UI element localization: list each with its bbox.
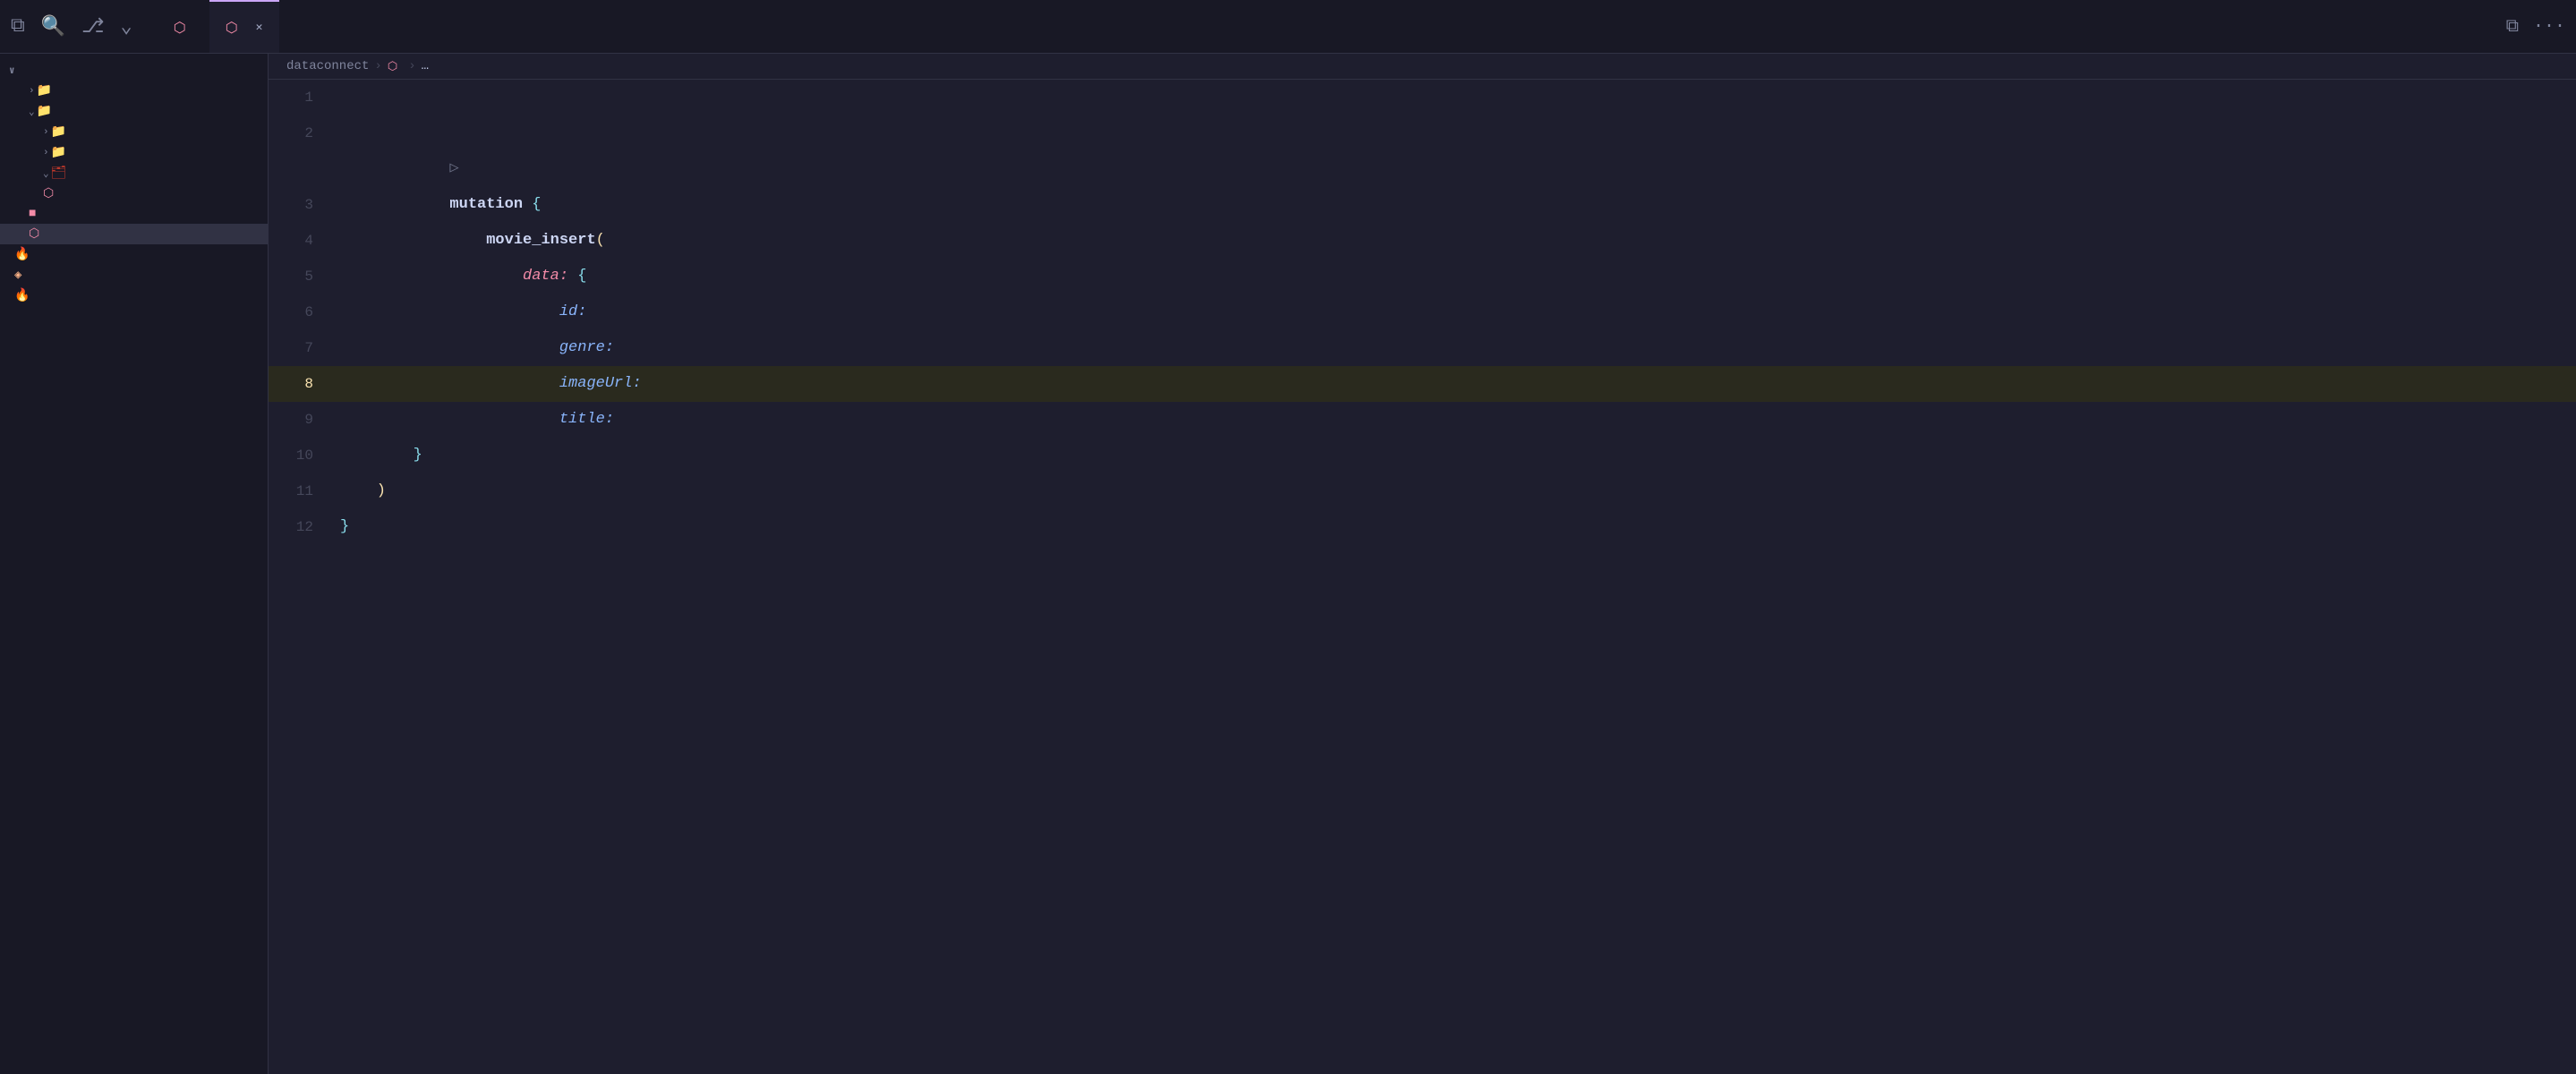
more-options-icon[interactable]: ··· <box>2533 16 2565 37</box>
line-num-9: 9 <box>269 402 331 438</box>
firebase-chevron: › <box>29 86 35 97</box>
sidebar-item-dataconnect-sub[interactable]: › 📁 <box>0 122 268 142</box>
dataconnect-sub-chevron: › <box>43 127 49 138</box>
line-num-8: 8 <box>269 366 331 402</box>
sidebar-item-dataconnect-yaml[interactable]: ■ <box>0 204 268 224</box>
editor-content: 1 2 ▷ 3 <box>269 80 2576 545</box>
breadcrumb-ellipsis: … <box>422 59 429 73</box>
line-num-7: 7 <box>269 330 331 366</box>
split-editor-icon[interactable]: ⧉ <box>2506 16 2519 38</box>
titlebar: ⧉ 🔍 ⎇ ⌄ ⬡ ⬡ ✕ ⧉ ··· <box>0 0 2576 54</box>
sidebar-item-dataconnect[interactable]: ⌄ 📁 <box>0 101 268 122</box>
schema-gql-icon: ⬡ <box>43 186 54 201</box>
tab-schema-gql[interactable]: ⬡ <box>158 0 209 53</box>
sidebar-item-firebase[interactable]: › 📁 <box>0 81 268 101</box>
main-area: ∨ › 📁 ⌄ 📁 › 📁 › 📁 <box>0 54 2576 1074</box>
editor-area[interactable]: 1 2 ▷ 3 <box>269 80 2576 1074</box>
git-icon[interactable]: ⎇ <box>81 15 104 38</box>
sidebar-item-schema-gql[interactable]: ⬡ <box>0 183 268 204</box>
sidebar-item-firebaserc[interactable]: 🔥 <box>0 244 268 265</box>
line-num-4: 4 <box>269 223 331 259</box>
sidebar-item-connector[interactable]: › 📁 <box>0 142 268 163</box>
yaml-icon: ■ <box>29 207 36 221</box>
titlebar-action-icons: ⧉ 🔍 ⎇ ⌄ <box>11 15 132 38</box>
line-10-text: } <box>331 438 2576 473</box>
firebaserc-icon: 🔥 <box>14 247 30 262</box>
search-icon[interactable]: 🔍 <box>41 15 65 38</box>
space-9 <box>614 411 623 428</box>
code-line-11: 11 ) <box>269 473 2576 509</box>
line-num-6: 6 <box>269 294 331 330</box>
chevron-down-icon[interactable]: ⌄ <box>120 15 132 38</box>
line-num-2: 2 <box>269 115 331 151</box>
connector-folder-icon: 📁 <box>51 145 66 160</box>
line-num-10: 10 <box>269 438 331 473</box>
dataconnect-folder-icon: 📁 <box>37 104 52 119</box>
code-line-10: 10 } <box>269 438 2576 473</box>
tabs-area: ⬡ ⬡ ✕ <box>158 0 2499 53</box>
dataconnect-sub-folder-icon: 📁 <box>51 124 66 140</box>
schema-tab-icon: ⬡ <box>174 19 186 37</box>
sidebar-item-gitignore[interactable]: ◈ <box>0 265 268 286</box>
movie-insert-tab-icon: ⬡ <box>226 19 238 37</box>
line-11-text: ) <box>331 473 2576 509</box>
line-num-5: 5 <box>269 259 331 294</box>
line-num-12: 12 <box>269 509 331 545</box>
breadcrumb-gql-icon: ⬡ <box>388 60 397 73</box>
gitignore-icon: ◈ <box>14 268 21 283</box>
close-tab-button[interactable]: ✕ <box>256 21 263 34</box>
schema-folder-icon: 🗂 <box>51 166 67 181</box>
sidebar-item-schema[interactable]: ⌄ 🗂 <box>0 163 268 183</box>
connector-chevron: › <box>43 148 49 158</box>
line-12-text: } <box>331 509 2576 545</box>
breadcrumb-sep1: › <box>374 59 381 73</box>
tab-movie-insert-gql[interactable]: ⬡ ✕ <box>209 0 279 53</box>
firebase-folder-icon: 📁 <box>37 83 52 98</box>
sidebar-item-movie-insert-gql[interactable]: ⬡ <box>0 224 268 244</box>
copy-icon[interactable]: ⧉ <box>11 15 25 38</box>
title-key: title: <box>559 411 614 428</box>
breadcrumb-sep2: › <box>408 59 415 73</box>
line-num-11: 11 <box>269 473 331 509</box>
indent-9 <box>449 411 559 428</box>
dataconnect-chevron: ⌄ <box>29 106 35 118</box>
project-header[interactable]: ∨ <box>0 61 268 81</box>
line-num-3: 3 <box>269 187 331 223</box>
line-num-1: 1 <box>269 80 331 115</box>
code-line-12: 12 } <box>269 509 2576 545</box>
breadcrumb: dataconnect › ⬡ › … <box>269 54 2576 80</box>
breadcrumb-dataconnect[interactable]: dataconnect <box>286 59 369 73</box>
project-chevron: ∨ <box>9 64 15 77</box>
code-line-1: 1 <box>269 80 2576 115</box>
sidebar-item-firebase-json[interactable]: 🔥 <box>0 286 268 306</box>
firebase-json-icon: 🔥 <box>14 288 30 303</box>
titlebar-right-icons: ⧉ ··· <box>2506 16 2565 38</box>
schema-chevron: ⌄ <box>43 167 49 180</box>
sidebar: ∨ › 📁 ⌄ 📁 › 📁 › 📁 <box>0 54 269 1074</box>
movie-insert-gql-icon: ⬡ <box>29 226 39 242</box>
code-line-9: 9 title: <box>269 402 2576 438</box>
